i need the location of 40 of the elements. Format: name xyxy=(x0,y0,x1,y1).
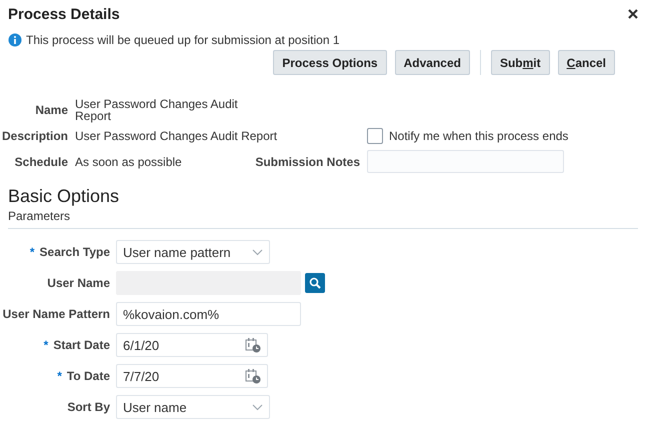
input-field[interactable]: %kovaion.com% xyxy=(116,302,301,326)
checkbox[interactable] xyxy=(367,128,383,144)
field-label: Name xyxy=(34,103,68,117)
dialog-button[interactable]: Process Options xyxy=(273,50,387,75)
date-field[interactable]: 7/7/20 xyxy=(116,364,268,388)
calendar-icon[interactable] xyxy=(245,368,261,384)
field-label: Sort By xyxy=(67,400,110,414)
field-value: User Password Changes Audit Report xyxy=(75,130,278,142)
required-mark: * xyxy=(30,245,35,259)
search-icon xyxy=(309,277,321,289)
dialog-button[interactable]: Cancel xyxy=(558,50,615,75)
section-subtitle: Parameters xyxy=(8,207,638,229)
select-field[interactable]: User name pattern xyxy=(116,240,270,264)
field-label: Description xyxy=(2,129,68,143)
chevron-icon xyxy=(252,248,263,256)
dialog-button[interactable]: Submit xyxy=(490,50,550,75)
calendar-icon[interactable] xyxy=(245,337,261,353)
info-icon xyxy=(8,33,22,47)
checkbox-label: Notify me when this process ends xyxy=(389,129,568,143)
field-value: User Password Changes Audit Report xyxy=(75,98,239,122)
field-label: To Date xyxy=(66,369,110,383)
info-message: This process will be queued up for submission at position 1 xyxy=(26,33,340,47)
field-value: As soon as possible xyxy=(75,156,183,168)
search-button[interactable] xyxy=(305,273,325,293)
close-icon[interactable] xyxy=(628,9,638,19)
dialog-button[interactable]: Advanced xyxy=(394,50,470,75)
required-mark: * xyxy=(44,338,48,352)
date-field[interactable]: 6/1/20 xyxy=(116,333,268,357)
chevron-icon xyxy=(252,404,263,410)
field-label: Start Date xyxy=(53,338,110,352)
section-title: Basic Options xyxy=(8,185,120,207)
field-label: User Name xyxy=(47,276,110,290)
field-label: Search Type xyxy=(40,245,110,259)
notes-field[interactable] xyxy=(367,150,564,173)
select-field[interactable]: User name xyxy=(116,395,270,419)
field-label: Schedule xyxy=(14,154,68,168)
required-mark: * xyxy=(57,369,62,383)
dialog-title: Process Details xyxy=(8,6,120,22)
field-label: User Name Pattern xyxy=(2,307,110,321)
field-label: Submission Notes xyxy=(254,154,360,168)
